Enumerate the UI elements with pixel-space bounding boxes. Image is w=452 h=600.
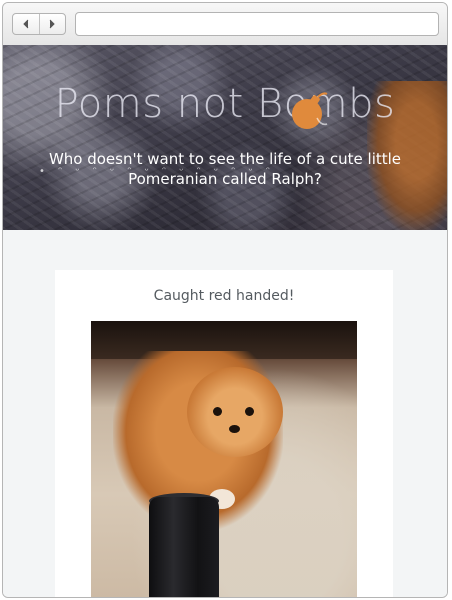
site-header: Poms not Bombs • ᵔ ᵕ ᵔ ᵕ ᵔ ᵕ ᵔ ᵕ ᵔ ᵕ ᵔ ᵕ… bbox=[3, 45, 447, 230]
chevron-left-icon bbox=[23, 19, 29, 29]
site-title[interactable]: Poms not Bombs bbox=[3, 81, 447, 127]
dog-nose bbox=[229, 425, 240, 433]
back-button[interactable] bbox=[13, 14, 39, 34]
browser-window: Poms not Bombs • ᵔ ᵕ ᵔ ᵕ ᵔ ᵕ ᵔ ᵕ ᵔ ᵕ ᵔ ᵕ… bbox=[2, 2, 448, 598]
nav-buttons bbox=[12, 13, 66, 35]
post-card: Caught red handed! bbox=[55, 270, 393, 597]
dog-eye-left bbox=[213, 407, 222, 416]
chevron-right-icon bbox=[49, 19, 55, 29]
dog-eye-right bbox=[245, 407, 254, 416]
post-image[interactable] bbox=[91, 321, 357, 597]
address-bar[interactable] bbox=[75, 12, 439, 36]
post-title[interactable]: Caught red handed! bbox=[55, 288, 393, 304]
mug bbox=[149, 497, 219, 597]
main-content: Caught red handed! bbox=[3, 230, 447, 597]
forward-button[interactable] bbox=[38, 14, 66, 34]
dog-head bbox=[187, 367, 283, 457]
bomb-icon bbox=[292, 92, 328, 129]
site-tagline: Who doesn't want to see the life of a cu… bbox=[48, 150, 402, 188]
browser-toolbar bbox=[3, 3, 447, 46]
